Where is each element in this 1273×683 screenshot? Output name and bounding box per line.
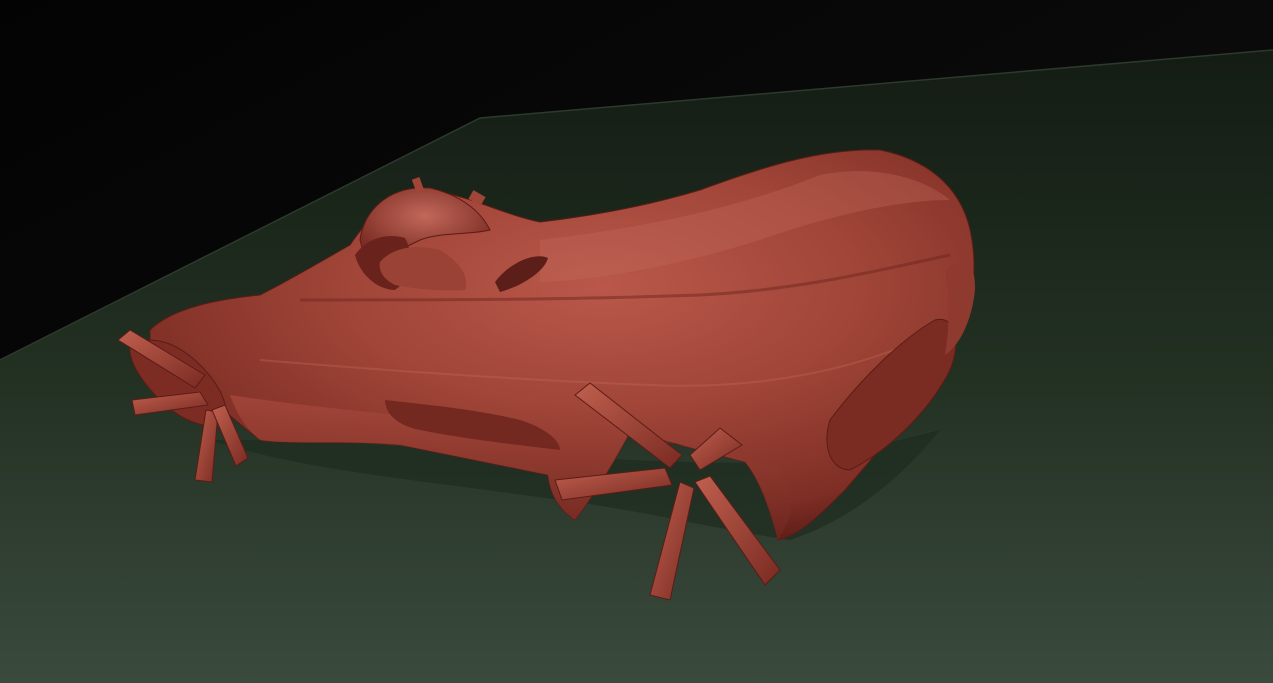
3d-viewport[interactable] (0, 0, 1273, 683)
scene-canvas[interactable] (0, 0, 1273, 683)
